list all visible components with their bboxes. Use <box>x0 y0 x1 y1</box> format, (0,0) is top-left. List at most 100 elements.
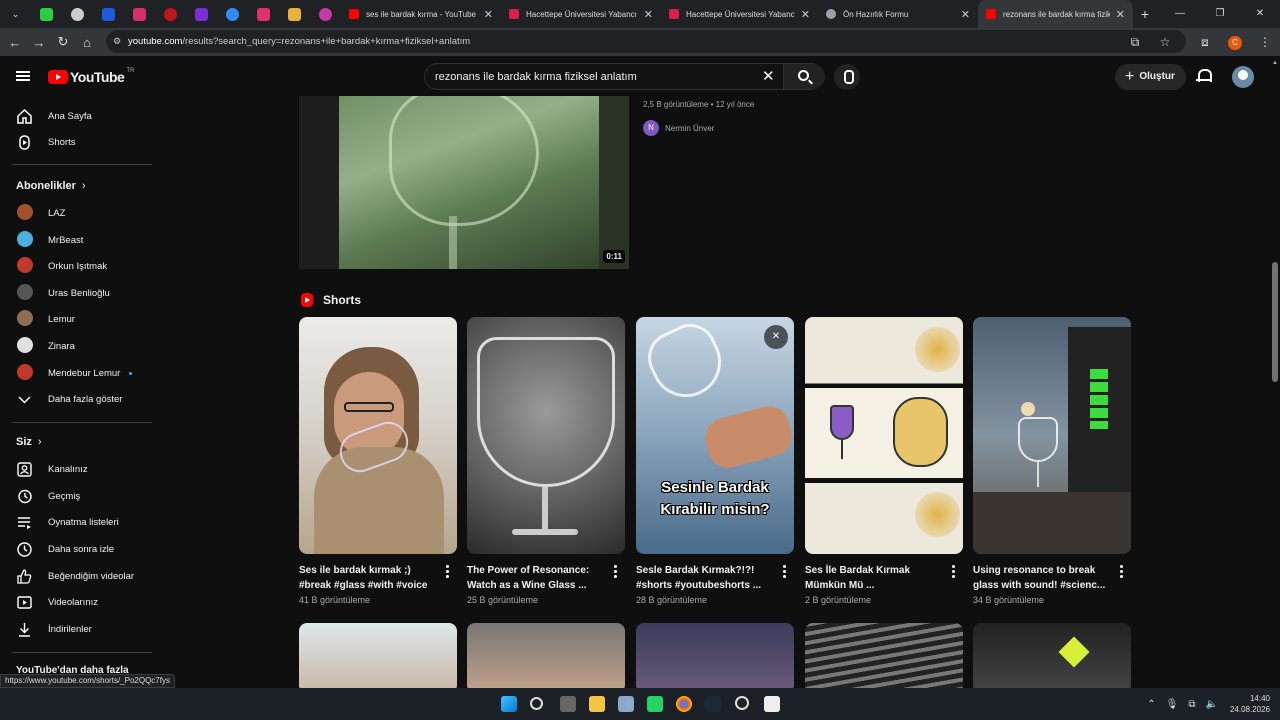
bookmark-star-icon[interactable]: ☆ <box>1150 35 1180 49</box>
pinned-tab-zoom[interactable] <box>217 0 248 28</box>
mute-icon[interactable]: ✕ <box>764 325 788 349</box>
pinned-tab-red[interactable] <box>155 0 186 28</box>
windows-start-icon[interactable] <box>501 696 517 712</box>
app-circle-icon[interactable] <box>735 696 749 710</box>
show-more-button[interactable]: Daha fazla göster <box>0 386 154 412</box>
short-title[interactable]: Ses İle Bardak Kırmak Mümkün Mü ... <box>805 563 945 593</box>
short-thumbnail[interactable] <box>467 623 625 688</box>
browser-tab-active[interactable]: rezonans ile bardak kırma fiziks ✕ <box>978 0 1133 28</box>
sidebar-item-channel[interactable]: Kanalınız <box>0 456 154 482</box>
sidebar-item-your-videos[interactable]: Videolarınız <box>0 589 154 615</box>
sidebar-channel-laz[interactable]: LAZ <box>0 200 154 226</box>
search-input[interactable] <box>435 69 755 85</box>
pinned-tab-play[interactable] <box>186 0 217 28</box>
subscriptions-heading[interactable]: Abonelikler › <box>16 180 86 192</box>
short-card[interactable]: The Power of Resonance: Watch as a Wine … <box>467 317 625 605</box>
short-card[interactable]: Using resonance to break glass with soun… <box>973 317 1131 605</box>
sidebar-item-playlists[interactable]: Oynatma listeleri <box>0 509 154 535</box>
youtube-logo[interactable]: YouTube TR <box>48 68 134 85</box>
short-card[interactable]: Sesinle Bardak Kırabilir misin? ✕ Sesle … <box>636 317 794 605</box>
short-thumbnail[interactable] <box>636 623 794 688</box>
browser-tab[interactable]: Hacettepe Üniversitesi Yabancı ✕ <box>661 0 818 28</box>
sidebar-channel-uras[interactable]: Uras Benlioğlu <box>0 280 154 306</box>
tab-close-icon[interactable]: ✕ <box>961 8 970 21</box>
pinned-tab-puzzle[interactable] <box>279 0 310 28</box>
more-options-icon[interactable] <box>952 565 955 578</box>
close-window-icon[interactable]: ✕ <box>1240 0 1280 28</box>
scrollbar-thumb[interactable] <box>1272 262 1278 382</box>
sidebar-channel-lemur[interactable]: Lemur <box>0 306 154 332</box>
short-title[interactable]: Using resonance to break glass with soun… <box>973 563 1113 593</box>
more-options-icon[interactable] <box>1120 565 1123 578</box>
short-title[interactable]: The Power of Resonance: Watch as a Wine … <box>467 563 607 593</box>
sidebar-item-home[interactable]: Ana Sayfa <box>0 103 154 129</box>
video-channel[interactable]: N Nermin Ünver <box>643 120 714 136</box>
short-card[interactable]: Ses ile bardak kırmak ;) #break #glass #… <box>299 317 457 605</box>
pinned-tab-k[interactable] <box>31 0 62 28</box>
you-heading[interactable]: Siz › <box>16 436 42 448</box>
tab-close-icon[interactable]: ✕ <box>801 8 810 21</box>
create-button[interactable]: + Oluştur <box>1115 64 1186 90</box>
pinned-tab-x[interactable] <box>93 0 124 28</box>
scroll-up-icon[interactable]: ▲ <box>1272 60 1278 66</box>
sidebar-item-watch-later[interactable]: Daha sonra izle <box>0 536 154 562</box>
chrome-icon[interactable] <box>676 696 692 712</box>
extensions-puzzle-icon[interactable]: ⧈ <box>1190 35 1220 50</box>
address-bar[interactable]: ⚙ youtube.com/results?search_query=rezon… <box>106 30 1186 53</box>
task-view-icon[interactable] <box>560 696 576 712</box>
sidebar-item-liked[interactable]: Beğendiğim videolar <box>0 563 154 589</box>
home-browser-icon[interactable]: ⌂ <box>75 35 99 50</box>
restore-icon[interactable]: ❐ <box>1200 0 1240 28</box>
tab-close-icon[interactable]: ✕ <box>484 8 493 21</box>
pinned-tab-instagram[interactable] <box>248 0 279 28</box>
short-thumbnail[interactable] <box>299 623 457 688</box>
forward-icon[interactable]: → <box>27 35 51 50</box>
site-info-icon[interactable]: ⚙ <box>113 30 121 53</box>
whatsapp-icon[interactable] <box>647 696 663 712</box>
sidebar-channel-mrbeast[interactable]: MrBeast <box>0 227 154 253</box>
profile-avatar[interactable]: C <box>1220 34 1250 50</box>
voice-search-mic-icon[interactable] <box>834 64 860 90</box>
browser-tab[interactable]: Ön Hazırlık Formu ✕ <box>818 0 978 28</box>
sidebar-channel-mendebur[interactable]: Mendebur Lemur <box>0 360 154 386</box>
short-thumbnail[interactable] <box>973 317 1131 554</box>
capcut-icon[interactable] <box>764 696 780 712</box>
tab-menu-chevron-icon[interactable]: ⌄ <box>0 0 31 28</box>
tab-close-icon[interactable]: ✕ <box>644 8 653 21</box>
short-title[interactable]: Ses ile bardak kırmak ;) #break #glass #… <box>299 563 439 593</box>
more-options-icon[interactable] <box>783 565 786 578</box>
sidebar-item-shorts[interactable]: Shorts <box>0 129 154 155</box>
sidebar-item-history[interactable]: Geçmiş <box>0 483 154 509</box>
browser-menu-icon[interactable]: ⋮ <box>1250 35 1280 49</box>
tray-mic-icon[interactable]: 🎙 <box>1166 699 1179 710</box>
menu-hamburger-icon[interactable] <box>16 71 30 81</box>
short-thumbnail[interactable] <box>805 623 963 688</box>
new-tab-button[interactable]: + <box>1133 6 1157 22</box>
more-options-icon[interactable] <box>446 565 449 578</box>
back-icon[interactable]: ← <box>3 35 27 50</box>
taskbar-search-icon[interactable] <box>530 697 543 710</box>
volume-icon[interactable]: 🔈 <box>1206 699 1218 710</box>
video-thumbnail[interactable]: 0:11 <box>299 96 629 269</box>
steam-icon[interactable] <box>705 696 721 712</box>
pinned-tab-w[interactable] <box>124 0 155 28</box>
browser-tab[interactable]: ses ile bardak kırma - YouTube ✕ <box>341 0 501 28</box>
pinned-tab-firefox[interactable] <box>310 0 341 28</box>
browser-tab[interactable]: Hacettepe Üniversitesi Yabancı ✕ <box>501 0 661 28</box>
more-options-icon[interactable] <box>614 565 617 578</box>
reload-icon[interactable]: ↻ <box>51 34 75 50</box>
file-explorer-icon[interactable] <box>589 696 605 712</box>
tray-chevron-icon[interactable]: ⌃ <box>1147 699 1155 710</box>
minimize-icon[interactable]: — <box>1160 0 1200 28</box>
short-card[interactable]: Ses İle Bardak Kırmak Mümkün Mü ... 2 B … <box>805 317 963 605</box>
short-thumbnail[interactable] <box>973 623 1131 688</box>
account-avatar[interactable] <box>1232 66 1254 88</box>
short-thumbnail[interactable]: Sesinle Bardak Kırabilir misin? ✕ <box>636 317 794 554</box>
store-icon[interactable] <box>618 696 634 712</box>
pinned-tab-shield[interactable] <box>62 0 93 28</box>
clock[interactable]: 14:40 24.08.2026 <box>1230 693 1270 715</box>
page-scrollbar[interactable]: ▲ <box>1270 56 1280 688</box>
sidebar-item-downloads[interactable]: İndirilenler <box>0 616 154 642</box>
sidebar-channel-orkun[interactable]: Orkun Işıtmak <box>0 253 154 279</box>
notifications-bell-icon[interactable] <box>1196 68 1212 84</box>
